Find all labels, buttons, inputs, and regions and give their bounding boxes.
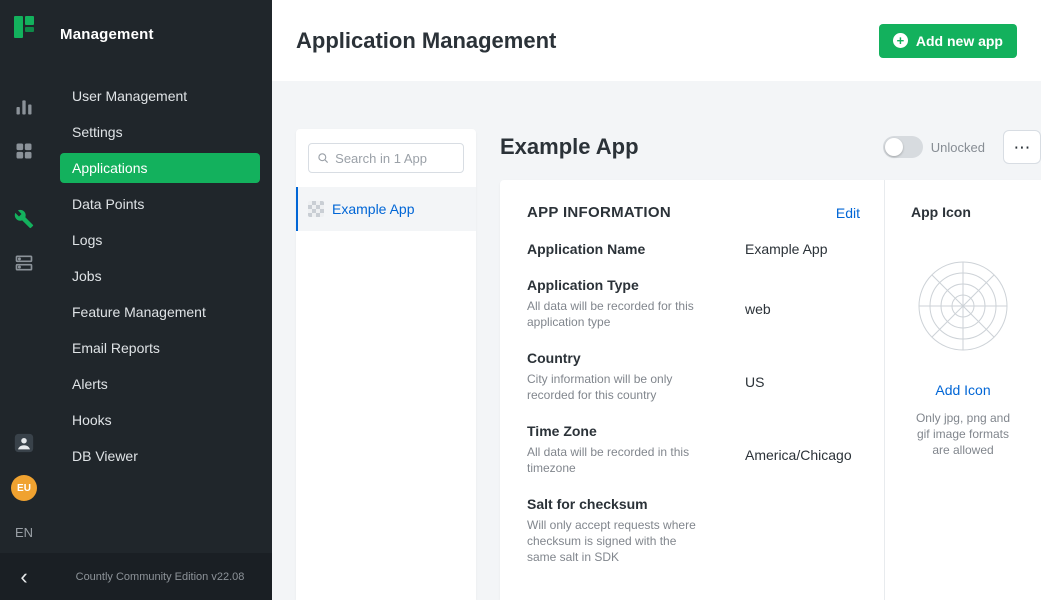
app-icon-title: App Icon <box>901 204 971 220</box>
field-time-zone: Time Zone All data will be recorded in t… <box>527 423 860 476</box>
field-description: All data will be recorded in this timezo… <box>527 444 707 476</box>
field-description: Will only accept requests where checksum… <box>527 517 707 565</box>
add-new-app-label: Add new app <box>916 33 1003 49</box>
field-value: US <box>745 350 764 403</box>
sidebar-item-settings[interactable]: Settings <box>60 117 260 147</box>
globe-placeholder-icon <box>917 260 1009 352</box>
field-description: All data will be recorded for this appli… <box>527 298 707 330</box>
app-search-input[interactable] <box>335 151 455 166</box>
analytics-icon[interactable] <box>0 85 48 129</box>
add-new-app-button[interactable]: + Add new app <box>879 24 1017 58</box>
countly-logo[interactable] <box>11 14 37 45</box>
sidebar-footer: ‹ Countly Community Edition v22.08 <box>0 553 272 600</box>
app-list-item[interactable]: Example App <box>296 187 476 231</box>
app-information-title: APP INFORMATION <box>527 204 671 221</box>
sidebar-nav: User Management Settings Applications Da… <box>48 81 272 471</box>
app-information-column: APP INFORMATION Edit Application Name Ex… <box>500 180 884 600</box>
field-description: City information will be only recorded f… <box>527 371 707 403</box>
field-label: Time Zone <box>527 423 745 439</box>
app-detail-title: Example App <box>500 134 883 160</box>
page-title: Application Management <box>296 28 556 54</box>
collapse-sidebar-icon[interactable]: ‹ <box>0 566 48 588</box>
main-area: Application Management + Add new app <box>272 0 1041 600</box>
sidebar-item-logs[interactable]: Logs <box>60 225 260 255</box>
sidebar-item-applications[interactable]: Applications <box>60 153 260 183</box>
page-header: Application Management + Add new app <box>272 0 1041 81</box>
sidebar-item-email-reports[interactable]: Email Reports <box>60 333 260 363</box>
management-sidebar: Management User Management Settings Appl… <box>48 0 272 600</box>
lock-state-label: Unlocked <box>931 140 985 155</box>
search-icon <box>317 151 329 165</box>
sidebar-item-user-management[interactable]: User Management <box>60 81 260 111</box>
sidebar-item-hooks[interactable]: Hooks <box>60 405 260 435</box>
app-search-box <box>308 143 464 173</box>
sidebar-item-jobs[interactable]: Jobs <box>60 261 260 291</box>
icon-rail: EU EN <box>0 0 48 600</box>
field-value: America/Chicago <box>745 423 852 476</box>
field-label: Salt for checksum <box>527 496 745 512</box>
add-icon-link[interactable]: Add Icon <box>935 382 990 398</box>
apps-grid-icon[interactable] <box>0 129 48 173</box>
field-label: Application Name <box>527 241 745 257</box>
app-information-card: APP INFORMATION Edit Application Name Ex… <box>500 180 1041 600</box>
sidebar-title: Management <box>48 26 272 43</box>
lock-toggle[interactable] <box>883 136 923 158</box>
field-salt-for-checksum: Salt for checksum Will only accept reque… <box>527 496 860 565</box>
app-information-header: APP INFORMATION Edit <box>527 204 860 221</box>
field-value: Example App <box>745 241 828 257</box>
app-icon-placeholder <box>917 260 1009 357</box>
field-country: Country City information will be only re… <box>527 350 860 403</box>
edit-link[interactable]: Edit <box>836 205 860 221</box>
more-options-button[interactable]: ⋯ <box>1003 130 1041 164</box>
app-root: EU EN Management User Management Setting… <box>0 0 1041 600</box>
app-placeholder-icon <box>308 201 324 217</box>
app-search-wrap <box>296 129 476 187</box>
data-manager-icon[interactable] <box>0 241 48 285</box>
edition-version-label: Countly Community Edition v22.08 <box>48 571 272 583</box>
sidebar-item-alerts[interactable]: Alerts <box>60 369 260 399</box>
content-area: Example App Example App Unlocked ⋯ APP I… <box>272 81 1041 600</box>
icon-formats-note: Only jpg, png and gif image formats are … <box>908 410 1018 458</box>
app-icon-panel: App Icon <box>884 180 1041 600</box>
app-list-panel: Example App <box>296 129 476 600</box>
field-value: web <box>745 277 771 330</box>
field-application-type: Application Type All data will be record… <box>527 277 860 330</box>
app-list-item-label: Example App <box>332 201 415 217</box>
sidebar-item-data-points[interactable]: Data Points <box>60 189 260 219</box>
app-detail-header: Example App Unlocked ⋯ <box>500 129 1041 165</box>
field-application-name: Application Name Example App <box>527 241 860 257</box>
management-wrench-icon[interactable] <box>0 197 48 241</box>
plus-icon: + <box>893 33 908 48</box>
user-avatar[interactable]: EU <box>11 475 37 501</box>
app-detail: Example App Unlocked ⋯ APP INFORMATION E… <box>500 129 1041 600</box>
language-selector[interactable]: EN <box>15 525 33 540</box>
field-label: Application Type <box>527 277 745 293</box>
lock-toggle-knob <box>885 138 903 156</box>
field-label: Country <box>527 350 745 366</box>
sidebar-item-feature-management[interactable]: Feature Management <box>60 297 260 327</box>
assistant-icon[interactable] <box>0 421 48 465</box>
sidebar-item-db-viewer[interactable]: DB Viewer <box>60 441 260 471</box>
